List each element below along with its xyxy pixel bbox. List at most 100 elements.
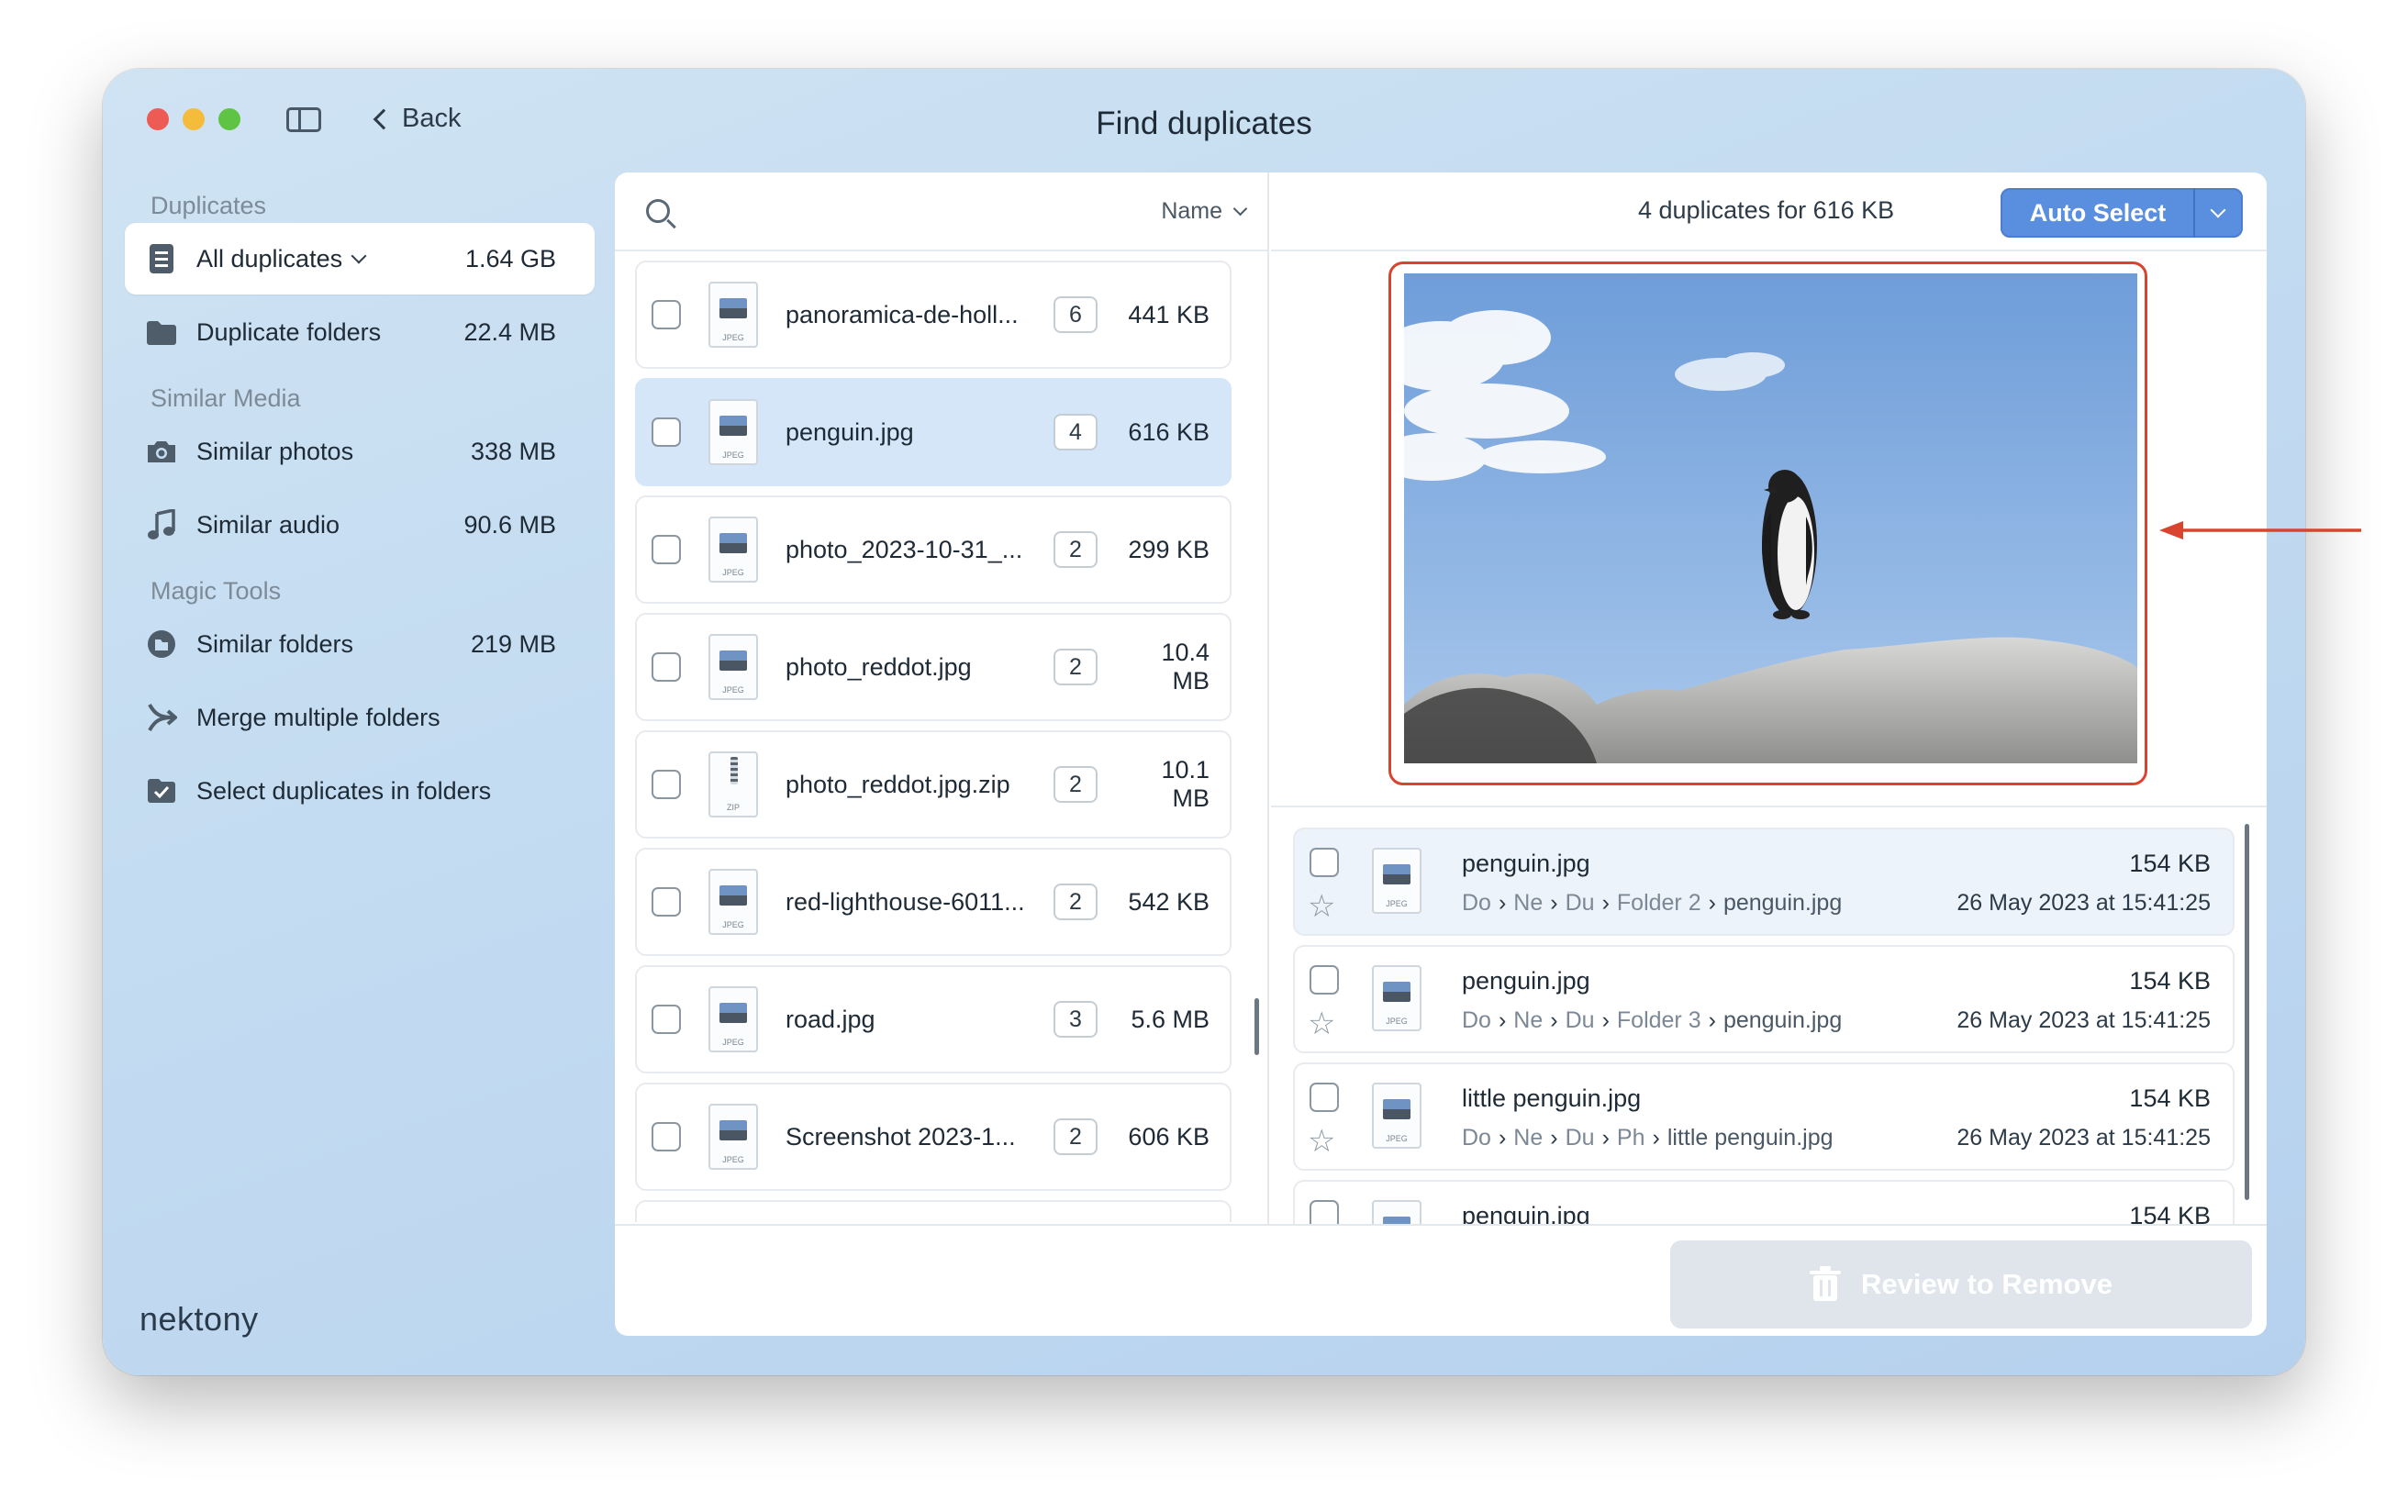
- star-icon[interactable]: ☆: [1308, 1125, 1341, 1158]
- duplicate-date: 26 May 2023 at 15:41:25: [1956, 890, 2211, 916]
- file-name: panoramica-de-holl...: [786, 300, 1019, 328]
- path-segment[interactable]: penguin.jpg: [1723, 890, 1842, 917]
- path-segment[interactable]: Ne: [1513, 1125, 1543, 1151]
- file-row[interactable]: JPEG photo_2023-10-31_... 2 299 KB: [635, 495, 1232, 604]
- duplicate-list-scrollbar[interactable]: [2245, 824, 2249, 1200]
- zip-file-icon: ZIP: [708, 751, 758, 817]
- path-segment[interactable]: Folder 3: [1617, 1007, 1701, 1034]
- duplicate-size: 154 KB: [2129, 1202, 2211, 1226]
- file-size: 5.6 MB: [1131, 1005, 1210, 1033]
- sidebar-item-similar-audio[interactable]: Similar audio 90.6 MB: [125, 489, 595, 561]
- duplicate-path[interactable]: Do › Ne › Du › Folder 2 › penguin.jpg: [1462, 890, 1842, 917]
- file-row[interactable]: JPEG road.jpg 3 5.6 MB: [635, 965, 1232, 1073]
- review-to-remove-button[interactable]: Review to Remove: [1670, 1240, 2252, 1329]
- similar-folders-icon: [145, 628, 178, 661]
- file-row[interactable]: [635, 1200, 1232, 1222]
- search-icon[interactable]: [646, 199, 670, 223]
- row-checkbox[interactable]: [1310, 848, 1339, 877]
- file-row[interactable]: JPEG penguin.jpg 4 616 KB: [635, 378, 1232, 486]
- row-checkbox[interactable]: [652, 1122, 681, 1151]
- path-segment[interactable]: Do: [1462, 1125, 1491, 1151]
- file-list-scrollbar[interactable]: [1254, 998, 1259, 1055]
- sidebar-item-select-duplicates-in-folders[interactable]: Select duplicates in folders: [125, 755, 595, 827]
- sidebar-item-similar-photos[interactable]: Similar photos 338 MB: [125, 416, 595, 487]
- auto-select-label: Auto Select: [2029, 198, 2167, 227]
- file-row[interactable]: JPEG red-lighthouse-6011... 2 542 KB: [635, 848, 1232, 956]
- file-size: 542 KB: [1128, 887, 1210, 916]
- duplicate-count-badge: 6: [1054, 296, 1098, 333]
- jpeg-file-icon: JPEG: [708, 282, 758, 348]
- duplicate-row[interactable]: ☆ JPEG penguin.jpg 154 KB Do › Ne › Du › Folder 2 ›…: [1293, 828, 2235, 936]
- row-checkbox[interactable]: [652, 1005, 681, 1034]
- sidebar-item-merge-multiple-folders[interactable]: Merge multiple folders: [125, 682, 595, 753]
- row-checkbox[interactable]: [1310, 1083, 1339, 1112]
- file-row[interactable]: JPEG Screenshot 2023-1... 2 606 KB: [635, 1083, 1232, 1191]
- duplicate-row[interactable]: ☆JPEGpenguin.jpg154 KB: [1293, 1180, 2235, 1226]
- duplicate-date: 26 May 2023 at 15:41:25: [1956, 1007, 2211, 1033]
- path-segment[interactable]: Ph: [1617, 1125, 1645, 1151]
- row-checkbox[interactable]: [652, 535, 681, 564]
- path-separator-icon: ›: [1550, 1125, 1558, 1151]
- row-checkbox[interactable]: [652, 652, 681, 682]
- trash-icon: [1810, 1266, 1842, 1301]
- path-segment[interactable]: penguin.jpg: [1723, 1007, 1842, 1034]
- jpeg-file-icon: JPEG: [1372, 1083, 1421, 1149]
- sidebar: Duplicates All duplicates 1.64 GB Duplicate…: [125, 188, 595, 828]
- path-segment[interactable]: little penguin.jpg: [1667, 1125, 1834, 1151]
- star-icon[interactable]: ☆: [1308, 1007, 1341, 1040]
- file-size: 441 KB: [1128, 300, 1210, 328]
- duplicates-summary: 4 duplicates for 616 KB: [1638, 196, 1895, 224]
- file-list: JPEG panoramica-de-holl... 6 441 KB JPEG peng…: [635, 261, 1232, 1222]
- path-separator-icon: ›: [1601, 1007, 1610, 1033]
- duplicate-row[interactable]: ☆ JPEG little penguin.jpg 154 KB Do › Ne › Du › Ph…: [1293, 1062, 2235, 1171]
- penguin-photo: [1404, 273, 2137, 763]
- sort-dropdown[interactable]: Name: [1161, 198, 1248, 225]
- path-separator-icon: ›: [1550, 1007, 1558, 1033]
- path-segment[interactable]: Du: [1566, 1125, 1595, 1151]
- duplicate-path[interactable]: Do › Ne › Du › Ph › little penguin.jpg: [1462, 1125, 1834, 1151]
- row-checkbox[interactable]: [1310, 965, 1339, 995]
- app-window: Back Find duplicates Duplicates All dupli…: [103, 69, 2305, 1375]
- row-checkbox[interactable]: [652, 887, 681, 917]
- path-separator-icon: ›: [1498, 1125, 1507, 1151]
- duplicate-instances: ☆ JPEG penguin.jpg 154 KB Do › Ne › Du › Folder 2 ›…: [1271, 806, 2267, 1226]
- music-note-icon: [145, 508, 178, 541]
- duplicate-path[interactable]: Do › Ne › Du › Folder 3 › penguin.jpg: [1462, 1007, 1842, 1034]
- checkbox-folder-icon: [145, 774, 178, 807]
- path-segment[interactable]: Ne: [1513, 1007, 1543, 1034]
- auto-select-dropdown[interactable]: [2195, 202, 2241, 218]
- sidebar-item-similar-folders[interactable]: Similar folders 219 MB: [125, 608, 595, 680]
- file-name: photo_2023-10-31_...: [786, 535, 1023, 563]
- chevron-down-icon[interactable]: [351, 248, 367, 264]
- path-segment[interactable]: Do: [1462, 1007, 1491, 1034]
- row-checkbox[interactable]: [1310, 1200, 1339, 1226]
- duplicate-count-badge: 3: [1054, 1001, 1098, 1038]
- sidebar-item-label: Merge multiple folders: [196, 703, 440, 731]
- file-list-column: Name JPEG panoramica-de-holl... 6 441 KB JPE…: [615, 172, 1269, 1224]
- sidebar-item-duplicate-folders[interactable]: Duplicate folders 22.4 MB: [125, 296, 595, 368]
- path-segment[interactable]: Du: [1566, 890, 1595, 917]
- path-segment[interactable]: Du: [1566, 1007, 1595, 1034]
- duplicate-list: ☆ JPEG penguin.jpg 154 KB Do › Ne › Du › Folder 2 ›…: [1293, 828, 2235, 1226]
- row-checkbox[interactable]: [652, 300, 681, 329]
- main-panel: Name JPEG panoramica-de-holl... 6 441 KB JPE…: [615, 172, 2267, 1336]
- jpeg-file-icon: JPEG: [708, 869, 758, 935]
- path-segment[interactable]: Folder 2: [1617, 890, 1701, 917]
- duplicate-name: penguin.jpg: [1462, 967, 1590, 995]
- document-list-icon: [145, 242, 178, 275]
- jpeg-file-icon: JPEG: [708, 986, 758, 1052]
- star-icon[interactable]: ☆: [1308, 890, 1341, 923]
- sidebar-item-all-duplicates[interactable]: All duplicates 1.64 GB: [125, 223, 595, 295]
- row-checkbox[interactable]: [652, 770, 681, 799]
- file-size: 10.1 MB: [1161, 756, 1210, 812]
- file-row[interactable]: ZIP photo_reddot.jpg.zip 2 10.1 MB: [635, 730, 1232, 839]
- auto-select-button[interactable]: Auto Select: [2001, 188, 2243, 238]
- path-segment[interactable]: Ne: [1513, 890, 1543, 917]
- file-row[interactable]: JPEG panoramica-de-holl... 6 441 KB: [635, 261, 1232, 369]
- path-segment[interactable]: Do: [1462, 890, 1491, 917]
- row-checkbox[interactable]: [652, 417, 681, 447]
- file-size: 299 KB: [1128, 535, 1210, 563]
- file-list-header: Name: [615, 172, 1267, 251]
- duplicate-row[interactable]: ☆ JPEG penguin.jpg 154 KB Do › Ne › Du › Folder 3 ›…: [1293, 945, 2235, 1053]
- file-row[interactable]: JPEG photo_reddot.jpg 2 10.4 MB: [635, 613, 1232, 721]
